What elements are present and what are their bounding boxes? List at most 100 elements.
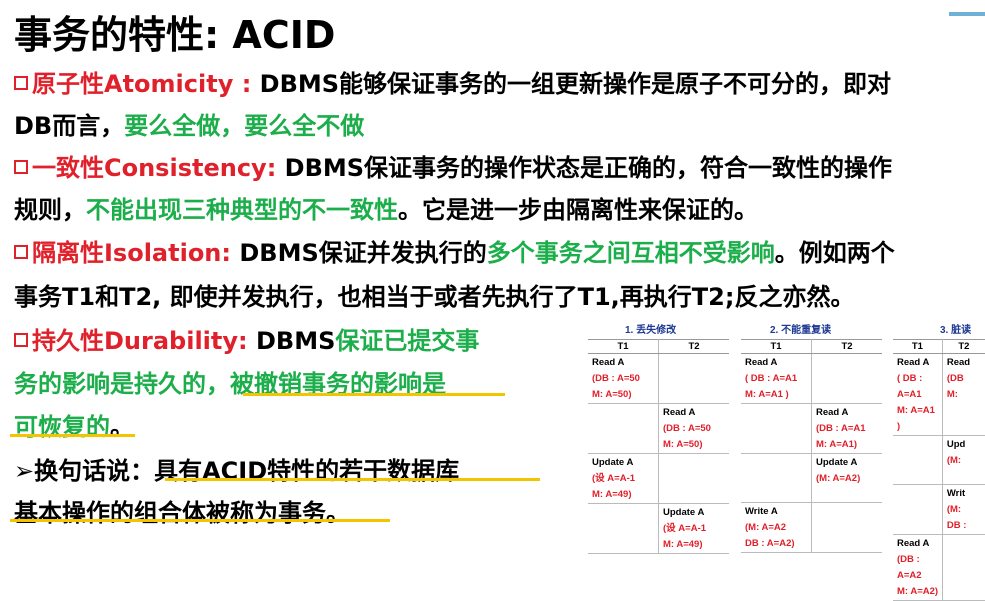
table-cell: Update A (设 A=A-1 M: A=49) <box>588 453 659 504</box>
table-cell <box>741 453 812 503</box>
cell-line: Read A <box>745 357 778 368</box>
cell-line: Read <box>946 357 971 368</box>
cell-line: M: A=A1 ) <box>897 405 935 432</box>
table-header-cell: T2 <box>942 339 985 354</box>
table-cell: Update A (设 A=A-1 M: A=49) <box>658 503 729 554</box>
table-header-cell: T2 <box>658 339 729 354</box>
table-cell: Read A (DB : A=50 M: A=50) <box>588 353 659 404</box>
cell-line: ( DB : A=A1 <box>745 373 798 384</box>
cell-line: (设 A=A-1 <box>663 523 707 534</box>
table-header-cell: T2 <box>811 339 882 354</box>
cell-line: Update A <box>592 457 634 468</box>
table-caption: 1. 丢失修改 <box>625 325 677 336</box>
table-row: Read A ( DB : A=A1 M: A=A1 ) <box>741 353 882 404</box>
durability-text: DBMS <box>247 327 336 355</box>
table-cell <box>893 484 943 535</box>
table-cell <box>588 503 659 554</box>
consistency-text-2: 规则， <box>14 196 86 224</box>
durability-label: 持久性Durability: <box>32 327 248 355</box>
table-cell: Read A ( DB : A=A1 M: A=A1 ) <box>893 353 943 436</box>
table-row: Read A (DB : A=50 M: A=50) <box>588 403 729 454</box>
table-cell: Upd (M: <box>942 435 985 485</box>
cell-line: Update A <box>663 507 705 518</box>
table-cell: Read A (DB : A=A2 M: A=A2) <box>893 534 943 601</box>
cell-line: Write A <box>745 506 778 517</box>
cell-line: M: A=50) <box>592 389 632 400</box>
table-row: Read A (DB : A=50 M: A=50) <box>588 353 729 404</box>
table-cell <box>811 353 882 404</box>
table-cell: Read A (DB : A=A1 M: A=A1) <box>811 403 882 454</box>
anomaly-table: T1 T2 Read A ( DB : A=A1 M: A=A1 ) Read (DB M: U… <box>893 339 985 601</box>
table-cell: Read A ( DB : A=A1 M: A=A1 ) <box>741 353 812 404</box>
top-accent-bar <box>949 12 985 16</box>
cell-line: Read A <box>816 407 849 418</box>
atomicity-highlight: 要么全做，要么全不做 <box>124 112 365 140</box>
atomicity-text: DBMS能够保证事务的一组更新操作是原子不可分的，即对 <box>251 70 892 98</box>
atomicity-label: 原子性Atomicity : <box>32 70 252 98</box>
cell-line: M: A=49) <box>592 489 632 500</box>
isolation-text: DBMS保证并发执行的 <box>231 239 487 267</box>
cell-line: (DB : A=50 <box>592 373 640 384</box>
table-caption: 3. 脏读 <box>940 325 972 336</box>
cell-line: (M: <box>946 504 962 515</box>
isolation-line-1: 隔离性Isolation: DBMS保证并发执行的多个事务之间互相不受影响。例如… <box>14 233 895 268</box>
consistency-label: 一致性Consistency: <box>32 154 277 182</box>
cell-line: Upd <box>946 439 966 450</box>
durability-line-1: 持久性Durability: DBMS保证已提交事 <box>14 321 479 356</box>
yellow-underline <box>243 393 505 396</box>
checkbox-bullet-icon <box>14 76 28 90</box>
checkbox-bullet-icon <box>14 160 28 174</box>
cell-line: Read A <box>897 357 930 368</box>
cell-line: Read A <box>897 538 930 549</box>
cell-line: (DB : A=A2 <box>897 554 922 581</box>
table-header-cell: T1 <box>588 339 659 354</box>
table-row: Writ (M: DB : <box>893 484 985 535</box>
cell-line: Writ <box>946 488 966 499</box>
yellow-underline <box>10 434 135 437</box>
cell-line: Update A <box>816 457 858 468</box>
table-row: Update A (设 A=A-1 M: A=49) <box>588 503 729 554</box>
table-cell <box>658 353 729 404</box>
cell-line: DB : <box>946 520 967 531</box>
checkbox-bullet-icon <box>14 333 28 347</box>
isolation-line-2: 事务T1和T2, 即使并发执行，也相当于或者先执行了T1,再执行T2;反之亦然。 <box>14 277 854 312</box>
table-cell: Write A (M: A=A2 DB : A=A2) <box>741 502 812 553</box>
table-row: Write A (M: A=A2 DB : A=A2) <box>741 502 882 553</box>
yellow-underline <box>10 519 390 522</box>
cell-line: DB : A=A2) <box>745 538 795 549</box>
cell-line: Read A <box>663 407 696 418</box>
anomaly-table: T1 T2 Read A ( DB : A=A1 M: A=A1 ) Read A (DB … <box>741 339 882 553</box>
isolation-highlight: 多个事务之间互相不受影响 <box>486 239 775 267</box>
checkbox-bullet-icon <box>14 245 28 259</box>
cell-line: M: A=A1 ) <box>745 389 789 400</box>
table-row: Read A (DB : A=A2 M: A=A2) <box>893 534 985 601</box>
cell-line: M: A=50) <box>663 439 703 450</box>
cell-line: (DB : A=50 <box>663 423 711 434</box>
cell-line: (设 A=A-1 <box>592 473 636 484</box>
cell-line: (DB <box>946 373 964 384</box>
anomaly-table: T1 T2 Read A (DB : A=50 M: A=50) Read A (DB : … <box>588 339 729 554</box>
cell-line: M: A=49) <box>663 539 703 550</box>
consistency-text-3: 。它是进一步由隔离性来保证的。 <box>398 196 758 224</box>
cell-line: ( DB : A=A1 <box>897 373 923 400</box>
yellow-underline <box>165 478 540 481</box>
cell-line: (M: <box>946 455 962 466</box>
table-cell <box>942 534 985 601</box>
table-row: Read A (DB : A=A1 M: A=A1) <box>741 403 882 454</box>
cell-line: Read A <box>592 357 625 368</box>
consistency-line-2: 规则，不能出现三种典型的不一致性。它是进一步由隔离性来保证的。 <box>14 190 758 225</box>
consistency-text: DBMS保证事务的操作状态是正确的，符合一致性的操作 <box>276 154 893 182</box>
atomicity-text-2: DB而言， <box>14 112 125 140</box>
cell-line: (M: A=A2 <box>745 522 787 533</box>
cell-line: (DB : A=A1 <box>816 423 866 434</box>
consistency-highlight: 不能出现三种典型的不一致性 <box>86 196 398 224</box>
table-cell: Read (DB M: <box>942 353 985 436</box>
isolation-text-3: 事务T1和T2, 即使并发执行，也相当于或者先执行了T1,再执行T2;反之亦然。 <box>14 283 855 311</box>
table-row: Read A ( DB : A=A1 M: A=A1 ) Read (DB M: <box>893 353 985 436</box>
table-cell <box>741 403 812 454</box>
cell-line: M: A=A1) <box>816 439 858 450</box>
table-header-cell: T1 <box>893 339 943 354</box>
table-cell: Read A (DB : A=50 M: A=50) <box>658 403 729 454</box>
summary-line-2: 基本操作的组合体被称为事务。 <box>14 499 350 527</box>
table-header-cell: T1 <box>741 339 812 354</box>
